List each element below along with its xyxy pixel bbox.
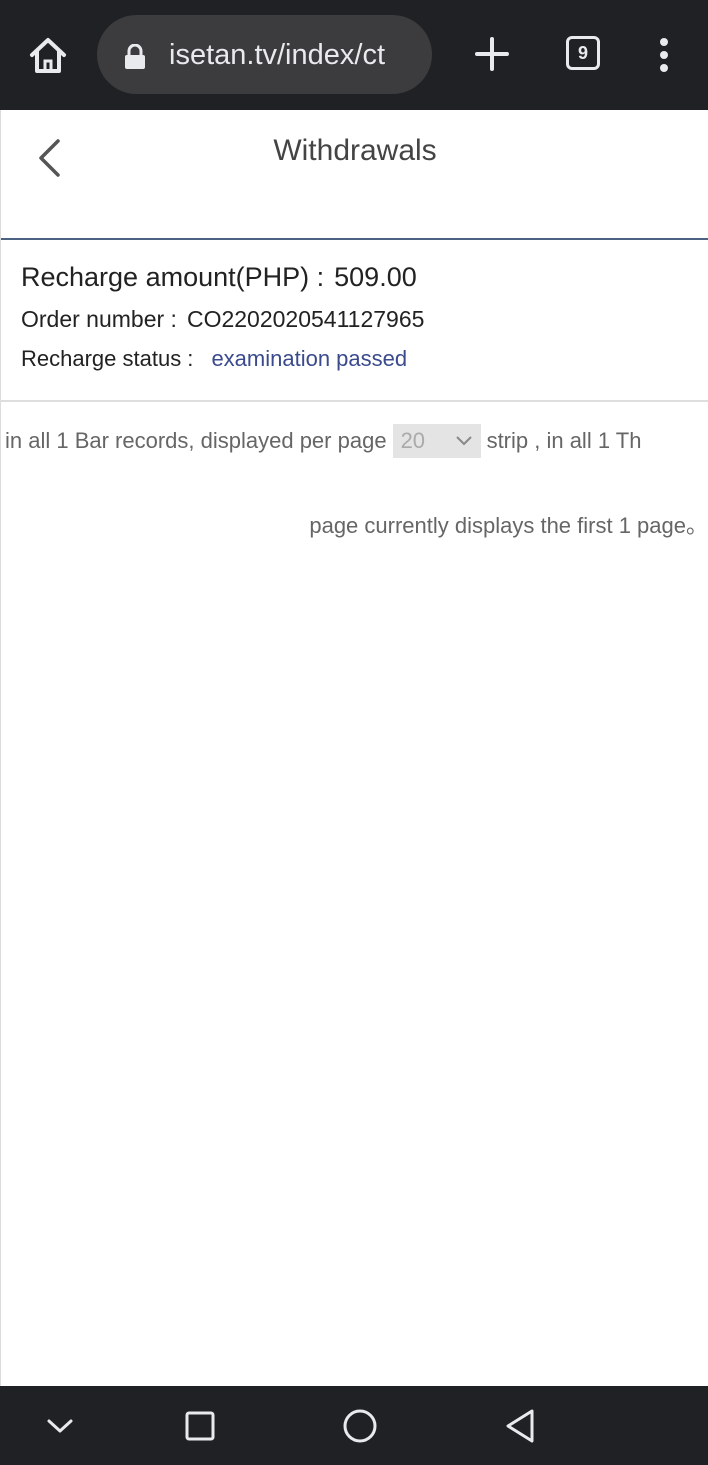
page-content: Withdrawals Recharge amount(PHP) : 509.00… xyxy=(0,110,708,1386)
per-page-select[interactable]: 20 xyxy=(392,424,481,458)
plus-icon xyxy=(475,37,509,71)
tab-count: 9 xyxy=(577,42,588,63)
status-badge: examination passed xyxy=(211,346,408,371)
browser-menu-button[interactable] xyxy=(644,30,684,80)
amount-value: 509.00 xyxy=(334,262,417,292)
system-navigation-bar xyxy=(0,1386,708,1465)
order-row: Order number : CO2202020541127965 xyxy=(21,306,424,333)
nav-collapse-button[interactable] xyxy=(40,1406,80,1446)
nav-home-button[interactable] xyxy=(340,1406,380,1446)
triangle-back-icon xyxy=(506,1409,534,1443)
amount-label: Recharge amount(PHP) : xyxy=(21,262,325,292)
pagination-current: page currently displays the first 1 page… xyxy=(309,513,708,538)
address-bar[interactable]: isetan.tv/index/ct xyxy=(97,15,432,94)
home-button[interactable] xyxy=(22,30,74,80)
more-vert-icon xyxy=(660,38,668,72)
page-header: Withdrawals xyxy=(1,110,708,240)
nav-recents-button[interactable] xyxy=(180,1406,220,1446)
browser-toolbar: isetan.tv/index/ct 9 xyxy=(0,0,708,110)
order-label: Order number : xyxy=(21,306,177,332)
order-value: CO2202020541127965 xyxy=(186,306,425,332)
tab-switcher-button[interactable]: 9 xyxy=(564,34,604,74)
per-page-value: 20 xyxy=(400,428,426,453)
chevron-down-icon xyxy=(47,1419,73,1433)
home-icon xyxy=(30,38,66,73)
tabs-icon: 9 xyxy=(566,36,600,70)
pagination-summary: in all 1 Bar records, displayed per page… xyxy=(5,423,641,459)
status-row: Recharge status : examination passed xyxy=(21,346,407,372)
pagination-prefix: in all 1 Bar records, displayed per page xyxy=(5,428,387,453)
circle-icon xyxy=(343,1409,377,1443)
new-tab-button[interactable] xyxy=(470,32,514,76)
page-title: Withdrawals xyxy=(273,134,437,167)
status-label: Recharge status : xyxy=(21,346,194,371)
url-text: isetan.tv/index/ct xyxy=(169,39,385,71)
chevron-down-icon xyxy=(455,436,472,446)
amount-row: Recharge amount(PHP) : 509.00 xyxy=(21,262,417,293)
nav-back-button[interactable] xyxy=(500,1406,540,1446)
withdrawal-record: Recharge amount(PHP) : 509.00 Order numbe… xyxy=(1,240,708,402)
square-icon xyxy=(185,1411,215,1441)
pagination-suffix: strip , in all 1 Th xyxy=(486,428,642,453)
lock-icon xyxy=(125,44,145,69)
